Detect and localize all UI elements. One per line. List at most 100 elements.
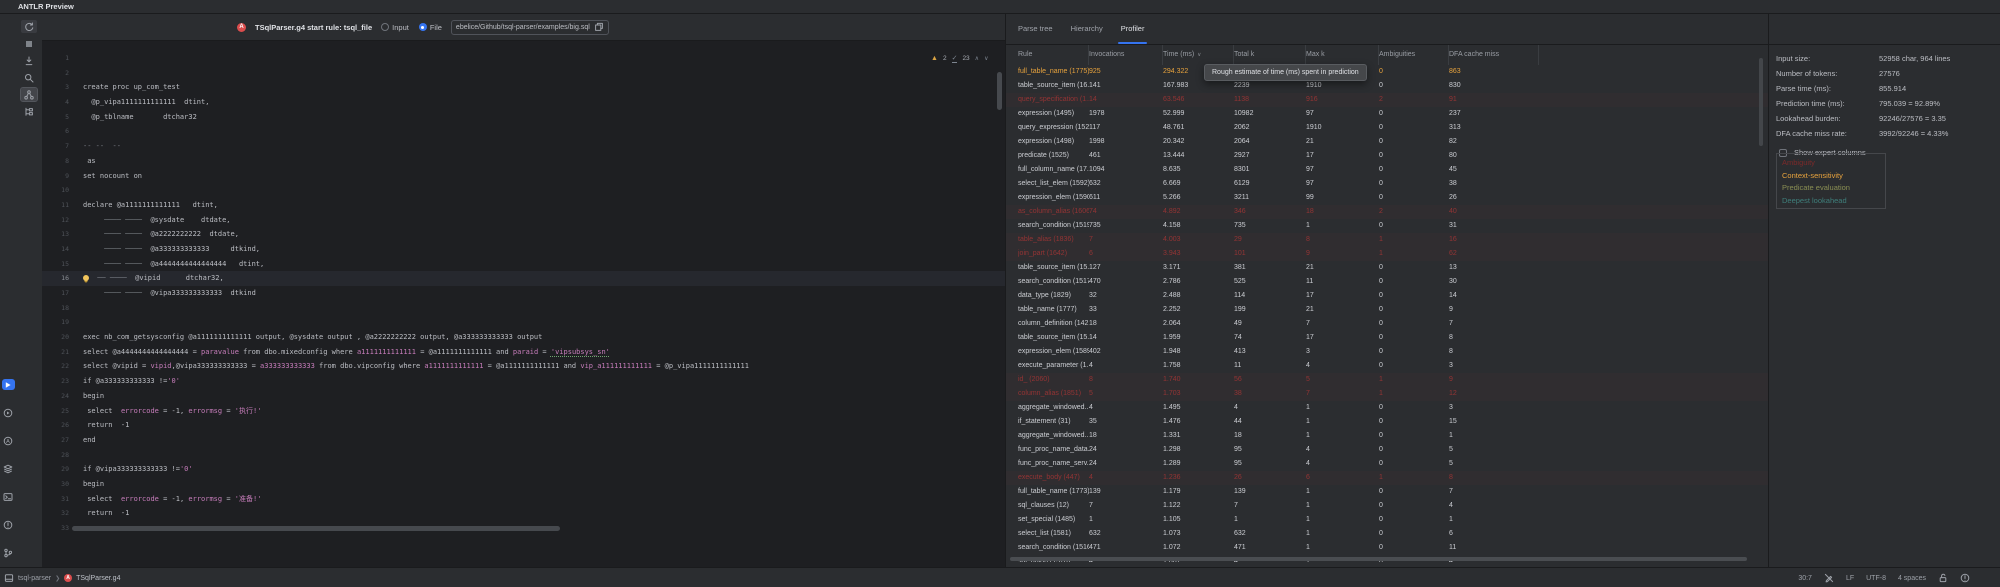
code-line[interactable]: 8 as <box>42 154 1005 169</box>
code-line[interactable]: 13 ──── ──── @a2222222222 dtdate, <box>42 227 1005 242</box>
code-line[interactable]: 31 select errorcode = -1, errormsg = '准备… <box>42 492 1005 507</box>
code-line[interactable]: 14 ──── ──── @a333333333333 dtkind, <box>42 242 1005 257</box>
profiler-row[interactable]: expression_elem (1590)6115.266321199026 <box>1006 191 1768 205</box>
profiler-row[interactable]: table_source_item (15...1273.17138121013 <box>1006 261 1768 275</box>
encoding[interactable]: UTF-8 <box>1866 575 1886 582</box>
next-problem-icon[interactable]: ∨ <box>984 55 988 62</box>
column-header-time-ms-[interactable]: Time (ms)∨ <box>1163 45 1234 65</box>
code-line[interactable]: 6 <box>42 124 1005 139</box>
profiler-row[interactable]: table_name (1777)332.2521992109 <box>1006 303 1768 317</box>
profiler-row[interactable]: execute_parameter (1...41.75811403 <box>1006 359 1768 373</box>
code-line[interactable]: 12 ──── ──── @sysdate dtdate, <box>42 213 1005 228</box>
stripe-services-icon[interactable] <box>2 463 15 474</box>
radio-input[interactable]: Input <box>381 23 409 32</box>
refresh-icon[interactable] <box>21 20 37 33</box>
profiler-row[interactable]: search_condition (1519)7354.1587351031 <box>1006 219 1768 233</box>
inspections-widget[interactable]: ▲ 2 ✓ 23 ∧ ∨ <box>931 54 988 63</box>
inspections-widget-icon[interactable] <box>1960 573 1970 583</box>
profiler-row[interactable]: table_source_item (15...141.959741708 <box>1006 331 1768 345</box>
profiler-row[interactable]: execute_body (447)41.23626618 <box>1006 471 1768 485</box>
readonly-toggle-icon[interactable] <box>1938 573 1948 583</box>
breadcrumb-file[interactable]: TSqlParser.g4 <box>76 575 120 582</box>
code-line[interactable]: 9set nocount on <box>42 169 1005 184</box>
code-line[interactable]: 10 <box>42 183 1005 198</box>
code-line[interactable]: 15 ──── ──── @a4444444444444444 dtint, <box>42 257 1005 272</box>
stripe-terminal-icon[interactable] <box>2 491 15 502</box>
stripe-antlr-icon[interactable]: A <box>2 435 15 446</box>
scroll-to-source-icon[interactable] <box>21 54 37 67</box>
profiler-row[interactable]: func_proc_name_data...241.29895405 <box>1006 443 1768 457</box>
profiler-row[interactable]: full_column_name (17...10948.63583019704… <box>1006 163 1768 177</box>
profiler-row[interactable]: id_ (2060)81.74056519 <box>1006 373 1768 387</box>
prev-problem-icon[interactable]: ∧ <box>975 55 979 62</box>
code-line[interactable]: 18 <box>42 301 1005 316</box>
profiler-row[interactable]: full_table_name (1773)1391.179139107 <box>1006 485 1768 499</box>
breadcrumb-project[interactable]: tsql-parser <box>18 575 51 582</box>
radio-file[interactable]: File <box>419 23 442 32</box>
highlighting-level-icon[interactable] <box>1824 573 1834 583</box>
editor-horizontal-scrollbar[interactable] <box>72 526 560 531</box>
profiler-row[interactable]: query_specification (1...1463.5461138916… <box>1006 93 1768 107</box>
column-header-rule[interactable]: Rule <box>1018 45 1089 65</box>
profiler-row[interactable]: func_proc_name_serv...241.28995405 <box>1006 457 1768 471</box>
stop-icon[interactable] <box>21 37 37 50</box>
profiler-row[interactable]: column_alias (1851)51.703387112 <box>1006 387 1768 401</box>
caret-position[interactable]: 30:7 <box>1798 575 1812 582</box>
profiler-row[interactable]: expression (1495)197852.99910982970237 <box>1006 107 1768 121</box>
profiler-row[interactable]: aggregate_windowed...41.4954103 <box>1006 401 1768 415</box>
code-line[interactable]: 11declare @a1111111111111 dtint, <box>42 198 1005 213</box>
stripe-run-icon[interactable] <box>2 407 15 418</box>
profiler-row[interactable]: expression_elem (1589)4021.948413308 <box>1006 345 1768 359</box>
profiler-row[interactable]: if_statement (31)351.476441015 <box>1006 415 1768 429</box>
table-vertical-scrollbar[interactable] <box>1759 58 1763 146</box>
table-horizontal-scrollbar[interactable] <box>1010 557 1747 561</box>
profiler-row[interactable]: select_list (1581)6321.073632106 <box>1006 527 1768 541</box>
code-line[interactable]: 17 ──── ──── @vipa333333333333 dtkind <box>42 286 1005 301</box>
code-line[interactable]: 25 select errorcode = -1, errormsg = '执行… <box>42 404 1005 419</box>
profiler-row[interactable]: set_special (1485)11.1051101 <box>1006 513 1768 527</box>
profiler-row[interactable]: predicate (1525)46113.444292717080 <box>1006 149 1768 163</box>
stripe-antlr-preview-icon[interactable] <box>2 379 15 390</box>
code-line[interactable]: 19 <box>42 315 1005 330</box>
code-line[interactable]: 3create proc up_com_test <box>42 80 1005 95</box>
code-line[interactable]: 4 @p_vipa1111111111111 dtint, <box>42 95 1005 110</box>
profiler-row[interactable]: query_expression (1527)11748.76120621910… <box>1006 121 1768 135</box>
profiler-row[interactable]: aggregate_windowed...181.33118101 <box>1006 429 1768 443</box>
profiler-row[interactable]: full_table_name (1775)925294.32210496916… <box>1006 65 1768 79</box>
profiler-row[interactable]: table_source_item (16...141167.983223919… <box>1006 79 1768 93</box>
profiler-row[interactable]: expression (1498)199820.342206421082 <box>1006 135 1768 149</box>
profiler-row[interactable]: sql_clauses (12)71.1227104 <box>1006 499 1768 513</box>
code-editor[interactable]: 123create proc up_com_test4 @p_vipa11111… <box>42 41 1005 567</box>
file-path-field[interactable]: ebelice/Github/tsql-parser/examples/big.… <box>451 20 609 35</box>
code-line[interactable]: 27end <box>42 433 1005 448</box>
search-icon[interactable] <box>21 71 37 84</box>
stripe-problems-icon[interactable] <box>2 519 15 530</box>
code-line[interactable]: 16 ── ──── @vipid dtchar32, <box>42 271 1005 286</box>
code-line[interactable]: 24begin <box>42 389 1005 404</box>
profile-icon[interactable] <box>21 88 37 101</box>
profiler-row[interactable]: table_alias (1836)74.003298116 <box>1006 233 1768 247</box>
intention-bulb-icon[interactable] <box>83 275 89 281</box>
profiler-row[interactable]: join_part (1642)63.9431019162 <box>1006 247 1768 261</box>
tab-parse-tree[interactable]: Parse tree <box>1018 14 1053 44</box>
code-line[interactable]: 21select @a4444444444444444 = paravalue … <box>42 345 1005 360</box>
code-line[interactable]: 32 return -1 <box>42 506 1005 521</box>
code-line[interactable]: 23if @a333333333333 !='0' <box>42 374 1005 389</box>
code-line[interactable]: 29if @vipa333333333333 !='0' <box>42 462 1005 477</box>
code-line[interactable]: 2 <box>42 66 1005 81</box>
code-line[interactable]: 20exec nb_com_getsysconfig @a11111111111… <box>42 330 1005 345</box>
profiler-row[interactable]: search_condition (1517)4702.78652511030 <box>1006 275 1768 289</box>
code-line[interactable]: 22select @vipid = vipid,@vipa33333333333… <box>42 359 1005 374</box>
copy-path-icon[interactable] <box>594 22 604 32</box>
code-line[interactable]: 28 <box>42 448 1005 463</box>
profiler-row[interactable]: search_condition (1516)4711.0724711011 <box>1006 541 1768 555</box>
parse-tree-icon[interactable] <box>21 105 37 118</box>
window-icon[interactable] <box>4 573 14 583</box>
code-line[interactable]: 26 return -1 <box>42 418 1005 433</box>
tab-profiler[interactable]: Profiler <box>1121 14 1145 44</box>
editor-vertical-scrollbar[interactable] <box>997 72 1002 110</box>
indent[interactable]: 4 spaces <box>1898 575 1926 582</box>
code-line[interactable]: 1 <box>42 51 1005 66</box>
column-header-dfa-cache-miss[interactable]: DFA cache miss <box>1449 45 1539 65</box>
line-separator[interactable]: LF <box>1846 575 1854 582</box>
